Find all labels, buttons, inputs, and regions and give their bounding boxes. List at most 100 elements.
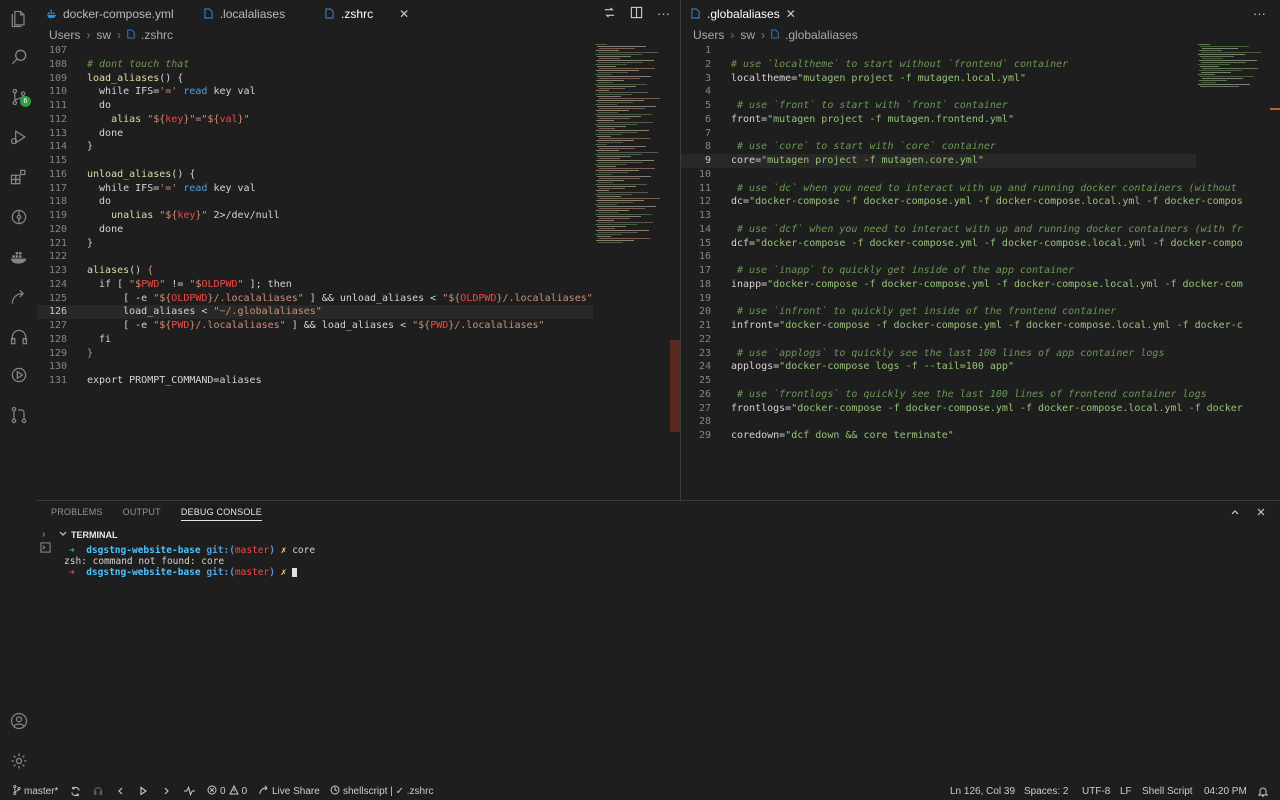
close-icon[interactable]: ✕ <box>786 7 796 21</box>
breadcrumb-item[interactable]: .zshrc <box>141 28 173 42</box>
code-line[interactable]: 19 <box>681 292 1196 306</box>
code-line[interactable]: 24 applogs="docker-compose logs -f --tail… <box>681 360 1196 374</box>
code-line[interactable]: 121} <box>37 237 593 251</box>
code-line[interactable]: 119 unalias "${key}" 2>/dev/null <box>37 209 593 223</box>
code-line[interactable]: 8 # use `core` to start with `core` cont… <box>681 140 1196 154</box>
docker-icon[interactable] <box>0 238 37 276</box>
cursor-position[interactable]: Ln 126, Col 39 <box>950 782 1015 800</box>
chevron-right-icon[interactable]: › <box>42 529 51 540</box>
live-share-button[interactable]: Live Share <box>259 782 320 800</box>
source-control-icon[interactable] <box>0 78 37 116</box>
more-actions-icon[interactable]: ··· <box>657 6 670 21</box>
code-line[interactable]: 6 front="mutagen project -f mutagen.front… <box>681 113 1196 127</box>
code-line[interactable]: 26 # use `frontlogs` to quickly see the … <box>681 388 1207 402</box>
code-line[interactable]: 1 <box>681 44 1196 58</box>
code-line[interactable]: 116 unload_aliases() { <box>37 168 593 182</box>
bell-icon[interactable] <box>1258 782 1268 800</box>
run-debug-icon[interactable] <box>0 118 37 156</box>
code-line[interactable]: 25 <box>681 374 1196 388</box>
code-line[interactable]: 13 <box>681 209 1196 223</box>
code-line[interactable]: 107 <box>37 44 593 58</box>
code-line[interactable]: 10 <box>681 168 1196 182</box>
code-line[interactable]: 4 <box>681 85 1196 99</box>
extensions-icon[interactable] <box>0 158 37 196</box>
code-line[interactable]: 122 <box>37 250 593 264</box>
close-icon[interactable]: ✕ <box>399 7 409 21</box>
code-line[interactable]: 109 load_aliases() { <box>37 72 593 86</box>
code-line[interactable]: 108 # dont touch that <box>37 58 593 72</box>
terminal-icon[interactable] <box>40 542 51 556</box>
minimap-left[interactable] <box>595 44 669 500</box>
tab-globalaliases[interactable]: .globalaliases ✕ <box>681 0 806 27</box>
terminal-output[interactable]: ➜ dsgstng-website-base git:(master) ✗ co… <box>64 545 315 578</box>
chevron-left-icon[interactable] <box>117 782 125 800</box>
language-mode-indicator[interactable]: shellscript | ✓ .zshrc <box>330 782 433 800</box>
code-line[interactable]: 18 inapp="docker-compose -f docker-compos… <box>681 278 1243 292</box>
terminal-section-header[interactable]: TERMINAL <box>59 530 118 540</box>
headphones-icon[interactable] <box>0 318 37 356</box>
headphones-icon[interactable] <box>93 782 103 800</box>
code-line[interactable]: 114} <box>37 140 593 154</box>
tab-debug-console[interactable]: DEBUG CONSOLE <box>180 507 262 521</box>
code-line[interactable]: 29 coredown="dcf down && core terminate" <box>681 429 1196 443</box>
branch-indicator[interactable]: master* <box>12 782 58 800</box>
code-line[interactable]: 28 <box>681 415 1196 429</box>
tab-localaliases[interactable]: .localaliases <box>194 0 295 27</box>
code-line[interactable]: 115 <box>37 154 593 168</box>
code-line[interactable]: 16 <box>681 250 1196 264</box>
code-line[interactable]: 113 done <box>37 127 593 141</box>
problems-indicator[interactable]: 0 0 <box>207 782 247 800</box>
encoding[interactable]: UTF-8 <box>1082 782 1110 800</box>
code-line[interactable]: 110 while IFS='=' read key val <box>37 85 593 99</box>
code-line[interactable]: 112 alias "${key}"="${val}" <box>37 113 593 127</box>
close-icon[interactable] <box>1256 507 1266 520</box>
code-line[interactable]: 5 # use `front` to start with `front` co… <box>681 99 1196 113</box>
split-editor-icon[interactable] <box>630 6 643 22</box>
breadcrumb-item[interactable]: .globalaliases <box>785 28 858 42</box>
code-line[interactable]: 23 # use `applogs` to quickly see the la… <box>681 347 1196 361</box>
remote-explorer-icon[interactable] <box>0 278 37 316</box>
code-line[interactable]: 123 aliases() { <box>37 264 593 278</box>
breadcrumb-item[interactable]: Users <box>693 28 724 42</box>
settings-gear-icon[interactable] <box>0 742 37 780</box>
code-line[interactable]: 12 dc="docker-compose -f docker-compose.y… <box>681 195 1243 209</box>
sync-icon[interactable] <box>70 782 81 800</box>
code-line[interactable]: 11 # use `dc` when you need to interact … <box>681 182 1237 196</box>
minimap-right[interactable] <box>1198 44 1272 500</box>
code-line[interactable]: 27 frontlogs="docker-compose -f docker-co… <box>681 402 1243 416</box>
code-line[interactable]: 111 do <box>37 99 593 113</box>
explorer-icon[interactable] <box>0 0 37 38</box>
gitlens-icon[interactable] <box>0 198 37 236</box>
accounts-icon[interactable] <box>0 702 37 740</box>
code-line[interactable]: 131 export PROMPT_COMMAND=aliases <box>37 374 593 388</box>
code-line[interactable]: 22 <box>681 333 1196 347</box>
code-line[interactable]: 124 if [ "$PWD" != "$OLDPWD" ]; then <box>37 278 593 292</box>
run-icon[interactable] <box>0 356 37 394</box>
tab-docker-compose[interactable]: docker-compose.yml <box>37 0 184 27</box>
compare-icon[interactable] <box>603 6 616 22</box>
breadcrumb-item[interactable]: sw <box>96 28 111 42</box>
pull-requests-icon[interactable] <box>0 396 37 434</box>
code-line[interactable]: 118 do <box>37 195 593 209</box>
chevron-right-icon[interactable] <box>162 782 170 800</box>
code-line[interactable]: 128 fi <box>37 333 593 347</box>
code-line[interactable]: 9 core="mutagen project -f mutagen.core.y… <box>681 154 1196 168</box>
code-line[interactable]: 127 [ -e "${PWD}/.localaliases" ] && loa… <box>37 319 593 333</box>
breadcrumb-item[interactable]: sw <box>740 28 755 42</box>
code-line[interactable]: 15 dcf="docker-compose -f docker-compose.… <box>681 237 1243 251</box>
code-line[interactable]: 125 [ -e "${OLDPWD}/.localaliases" ] && … <box>37 292 593 306</box>
code-line[interactable]: 17 # use `inapp` to quickly get inside o… <box>681 264 1196 278</box>
scrollbar-thumb[interactable] <box>670 340 680 432</box>
code-line[interactable]: 2 # use `localtheme` to start without `fr… <box>681 58 1196 72</box>
play-icon[interactable] <box>139 782 148 800</box>
chevron-up-icon[interactable] <box>1230 507 1240 520</box>
tab-problems[interactable]: PROBLEMS <box>51 507 103 521</box>
indentation[interactable]: Spaces: 2 <box>1024 782 1068 800</box>
search-icon[interactable] <box>0 38 37 76</box>
tab-zshrc[interactable]: .zshrc ✕ <box>315 0 419 27</box>
code-line[interactable]: 3 localtheme="mutagen project -f mutagen.… <box>681 72 1196 86</box>
code-line[interactable]: 126 load_aliases < "~/.globalaliases" <box>37 305 593 320</box>
code-line[interactable]: 7 <box>681 127 1196 141</box>
language-selector[interactable]: Shell Script <box>1142 782 1193 800</box>
pulse-icon[interactable] <box>184 782 195 800</box>
